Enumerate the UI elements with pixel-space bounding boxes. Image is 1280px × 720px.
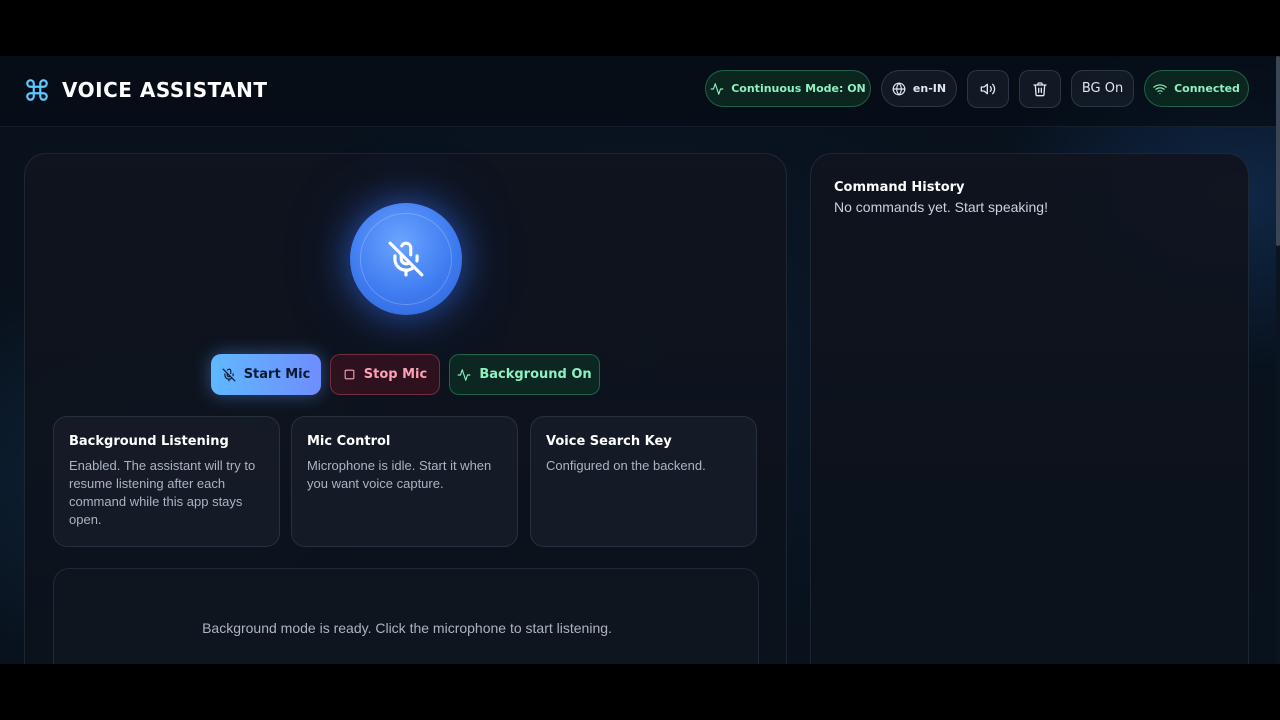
connection-status-badge: Connected (1144, 70, 1249, 107)
wifi-icon (1153, 83, 1167, 94)
start-mic-button[interactable]: Start Mic (211, 354, 321, 395)
continuous-mode-label: Continuous Mode: ON (731, 82, 866, 95)
app-title: VOICE ASSISTANT (62, 78, 268, 102)
mic-toggle-button[interactable] (350, 203, 462, 315)
activity-icon (457, 368, 471, 381)
status-message-box: Background mode is ready. Click the micr… (53, 568, 759, 664)
trash-icon (1033, 82, 1047, 97)
command-icon (24, 77, 50, 103)
app-window: VOICE ASSISTANT Continuous Mode: ON en-I… (0, 56, 1280, 664)
start-mic-label: Start Mic (243, 367, 311, 382)
card-text: Enabled. The assistant will try to resum… (69, 458, 256, 527)
mic-off-icon (388, 241, 424, 277)
activity-icon (710, 82, 724, 95)
volume-icon (980, 83, 996, 95)
scrollbar-thumb[interactable] (1276, 56, 1280, 246)
stop-mic-label: Stop Mic (363, 367, 428, 382)
clear-history-button[interactable] (1019, 70, 1061, 108)
status-message: Background mode is ready. Click the micr… (202, 620, 612, 636)
speaker-button[interactable] (967, 70, 1009, 108)
mic-off-icon (222, 368, 236, 381)
mic-control-card: Mic Control Microphone is idle. Start it… (291, 416, 518, 547)
bg-toggle-button[interactable]: BG On (1071, 70, 1134, 107)
card-text: Configured on the backend. (546, 458, 706, 473)
letterbox-top (0, 0, 1280, 56)
language-label: en-IN (912, 82, 947, 95)
bg-toggle-label: BG On (1081, 81, 1124, 96)
command-history-panel: Command History No commands yet. Start s… (810, 153, 1249, 664)
background-mode-label: Background On (479, 367, 592, 382)
voice-control-panel: Start Mic Stop Mic Background On Backgro… (24, 153, 787, 664)
language-selector[interactable]: en-IN (881, 70, 957, 107)
card-title: Voice Search Key (546, 434, 672, 449)
stop-mic-button[interactable]: Stop Mic (330, 354, 440, 395)
brand: VOICE ASSISTANT (24, 77, 268, 103)
continuous-mode-badge[interactable]: Continuous Mode: ON (705, 70, 871, 107)
history-title: Command History (834, 180, 965, 195)
connection-status-label: Connected (1174, 82, 1240, 95)
history-empty-message: No commands yet. Start speaking! (834, 199, 1048, 215)
stop-square-icon (344, 369, 355, 380)
page-scrollbar[interactable] (1276, 56, 1280, 664)
card-title: Background Listening (69, 434, 229, 449)
top-bar: VOICE ASSISTANT Continuous Mode: ON en-I… (0, 56, 1276, 127)
voice-search-key-card: Voice Search Key Configured on the backe… (530, 416, 757, 547)
letterbox-bottom (0, 664, 1280, 720)
background-listening-card: Background Listening Enabled. The assist… (53, 416, 280, 547)
background-mode-button[interactable]: Background On (449, 354, 600, 395)
card-text: Microphone is idle. Start it when you wa… (307, 458, 492, 491)
card-title: Mic Control (307, 434, 391, 449)
globe-icon (892, 82, 906, 95)
